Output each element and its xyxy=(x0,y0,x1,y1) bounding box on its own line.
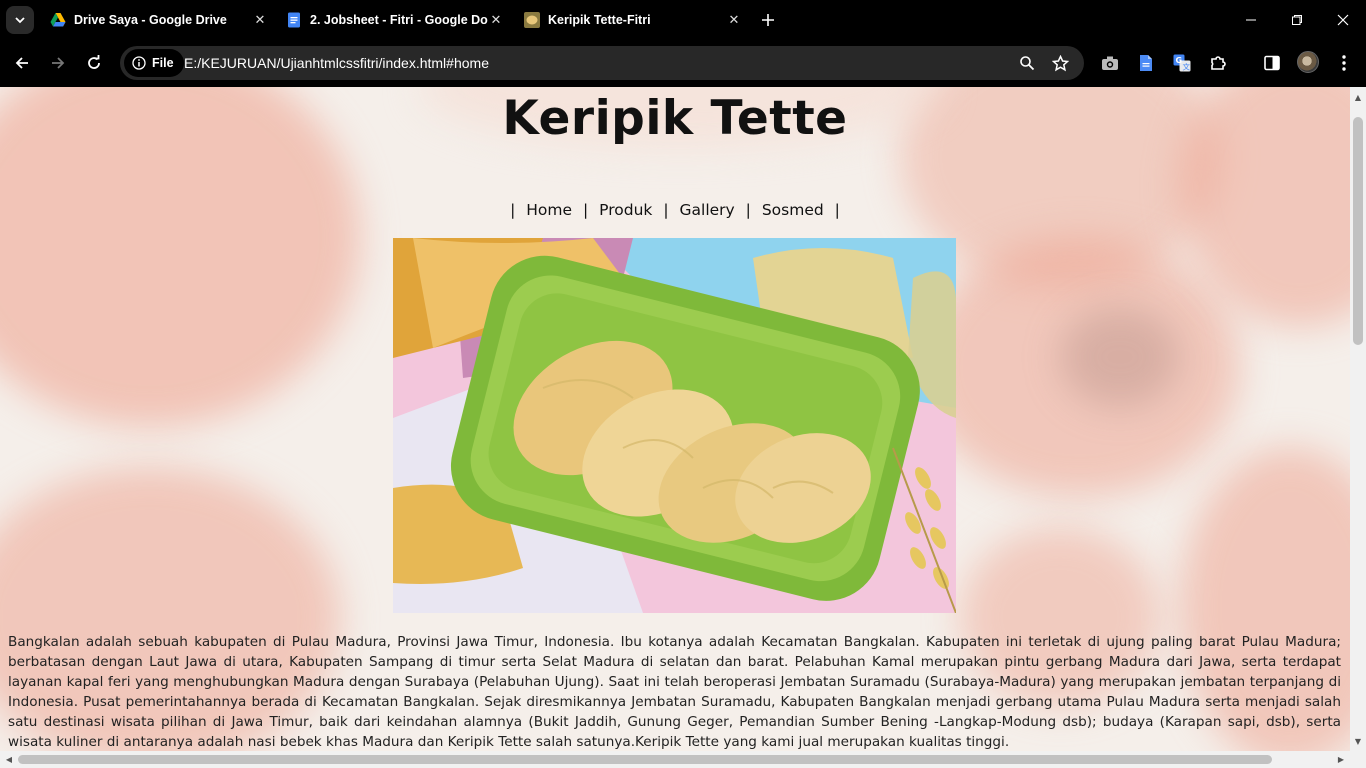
tab-keripik-tette[interactable]: Keripik Tette-Fitri ✕ xyxy=(514,4,752,36)
arrow-right-icon xyxy=(52,57,65,69)
camera-icon[interactable] xyxy=(1099,52,1121,74)
extensions-puzzle-icon[interactable] xyxy=(1207,52,1229,74)
tab-google-docs[interactable]: 2. Jobsheet - Fitri - Google Dok ✕ xyxy=(276,4,514,36)
horizontal-scroll-thumb[interactable] xyxy=(18,755,1272,764)
nav-separator: | xyxy=(510,201,516,219)
hero-image xyxy=(393,238,956,613)
chevron-down-icon xyxy=(15,17,25,24)
profile-avatar[interactable] xyxy=(1297,51,1319,73)
restore-button[interactable] xyxy=(1274,0,1320,40)
reload-icon xyxy=(88,55,100,69)
nav-link-gallery[interactable]: Gallery xyxy=(680,201,735,219)
arrow-left-icon xyxy=(15,57,28,69)
page-viewport: Keripik Tette | Home | Produk | Gallery … xyxy=(0,87,1350,751)
tab-title: Drive Saya - Google Drive xyxy=(74,13,227,27)
nav-link-home[interactable]: Home xyxy=(526,201,572,219)
vertical-scroll-thumb[interactable] xyxy=(1353,117,1363,345)
nav-separator: | xyxy=(745,201,751,219)
scroll-left-icon[interactable]: ◀ xyxy=(3,753,15,765)
close-icon[interactable]: ✕ xyxy=(726,12,742,28)
google-docs-icon xyxy=(288,12,300,28)
reload-button[interactable] xyxy=(82,51,106,75)
tab-google-drive[interactable]: Drive Saya - Google Drive ✕ xyxy=(40,4,278,36)
translate-extension-icon[interactable]: G文 xyxy=(1171,52,1193,74)
new-tab-button[interactable] xyxy=(756,8,780,32)
zoom-icon[interactable] xyxy=(1017,53,1037,73)
horizontal-scrollbar[interactable]: ◀ ▶ xyxy=(0,751,1366,768)
nav-separator: | xyxy=(583,201,589,219)
scroll-right-icon[interactable]: ▶ xyxy=(1335,753,1347,765)
bookmark-star-icon[interactable] xyxy=(1050,53,1070,73)
tab-search-button[interactable] xyxy=(6,6,34,34)
google-drive-icon xyxy=(50,13,66,27)
svg-text:G: G xyxy=(1176,56,1183,65)
close-icon[interactable]: ✕ xyxy=(252,12,268,28)
tab-bar: Drive Saya - Google Drive ✕ 2. Jobsheet … xyxy=(0,0,1366,40)
site-info-chip[interactable]: File xyxy=(124,49,184,77)
side-panel-icon[interactable] xyxy=(1261,52,1283,74)
vertical-scrollbar[interactable]: ▲ ▼ xyxy=(1350,87,1366,751)
tab-title: 2. Jobsheet - Fitri - Google Dok xyxy=(310,13,488,27)
back-button[interactable] xyxy=(10,51,34,75)
minimize-button[interactable] xyxy=(1228,0,1274,40)
scroll-up-icon[interactable]: ▲ xyxy=(1352,91,1364,103)
docs-extension-icon[interactable] xyxy=(1135,52,1157,74)
url-text[interactable]: E:/KEJURUAN/Ujianhtmlcssfitri/index.html… xyxy=(184,55,489,71)
scroll-down-icon[interactable]: ▼ xyxy=(1352,735,1364,747)
minimize-icon xyxy=(1246,19,1256,21)
keripik-favicon xyxy=(524,12,540,28)
nav-separator: | xyxy=(834,201,840,219)
forward-button[interactable] xyxy=(46,51,70,75)
close-icon xyxy=(1337,14,1349,26)
nav-link-produk[interactable]: Produk xyxy=(599,201,652,219)
page-description: Bangkalan adalah sebuah kabupaten di Pul… xyxy=(8,634,1341,750)
nav-separator: | xyxy=(663,201,669,219)
address-bar[interactable]: File E:/KEJURUAN/Ujianhtmlcssfitri/index… xyxy=(120,46,1084,80)
close-icon[interactable]: ✕ xyxy=(488,12,504,28)
site-chip-label: File xyxy=(152,56,174,70)
page-title: Keripik Tette xyxy=(502,91,848,146)
restore-icon xyxy=(1292,15,1302,25)
plus-icon xyxy=(762,14,774,26)
info-icon xyxy=(132,56,146,70)
svg-text:文: 文 xyxy=(1183,62,1191,72)
nav-link-sosmed[interactable]: Sosmed xyxy=(762,201,824,219)
toolbar: File E:/KEJURUAN/Ujianhtmlcssfitri/index… xyxy=(0,40,1366,86)
close-window-button[interactable] xyxy=(1320,0,1366,40)
tab-title: Keripik Tette-Fitri xyxy=(548,13,651,27)
more-menu-icon[interactable] xyxy=(1333,52,1355,74)
site-nav: | Home | Produk | Gallery | Sosmed | xyxy=(0,201,1350,219)
